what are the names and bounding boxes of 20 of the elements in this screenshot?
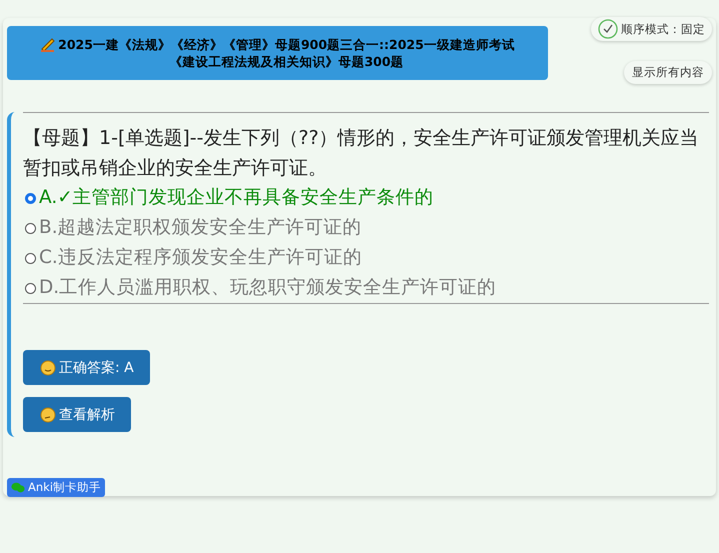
radio-button[interactable] <box>25 282 36 294</box>
option-text[interactable]: C.违反法定程序颁发安全生产许可证的 <box>39 243 362 273</box>
action-button[interactable]: 查看解析 <box>23 397 131 432</box>
action-button[interactable]: 正确答案: A <box>23 350 150 385</box>
title-text: 《建设工程法规及相关知识》母题300题 <box>168 53 405 70</box>
title-text: 2025一建《法规》《经济》《管理》母题900题三合一::2025一级建造师考试 <box>58 36 515 53</box>
show-all-button[interactable]: 显示所有内容 <box>624 61 712 84</box>
option-text[interactable]: A.✓主管部门发现企业不再具备安全生产条件的 <box>39 183 434 213</box>
option-text[interactable]: D.工作人员滥用职权、玩忽职守颁发安全生产许可证的 <box>39 273 496 303</box>
question-text: 【母题】1-[单选题]--发生下列（??）情形的，安全生产许可证颁发管理机关应当暂扣或吊销企业的安全生产许可证。 <box>23 126 700 181</box>
app-badge[interactable]: Anki制卡助手 <box>7 478 106 497</box>
pencil-icon <box>40 36 56 52</box>
radio-button[interactable] <box>25 252 36 264</box>
radio-button[interactable] <box>25 192 36 204</box>
option-text[interactable]: B.超越法定职权颁发安全生产许可证的 <box>39 213 362 243</box>
mode-badge[interactable]: 顺序模式：固定 <box>591 17 712 41</box>
radio-button[interactable] <box>25 222 36 234</box>
chat-icon <box>11 482 25 493</box>
emoji-icon <box>40 360 56 376</box>
emoji-icon <box>40 406 56 422</box>
